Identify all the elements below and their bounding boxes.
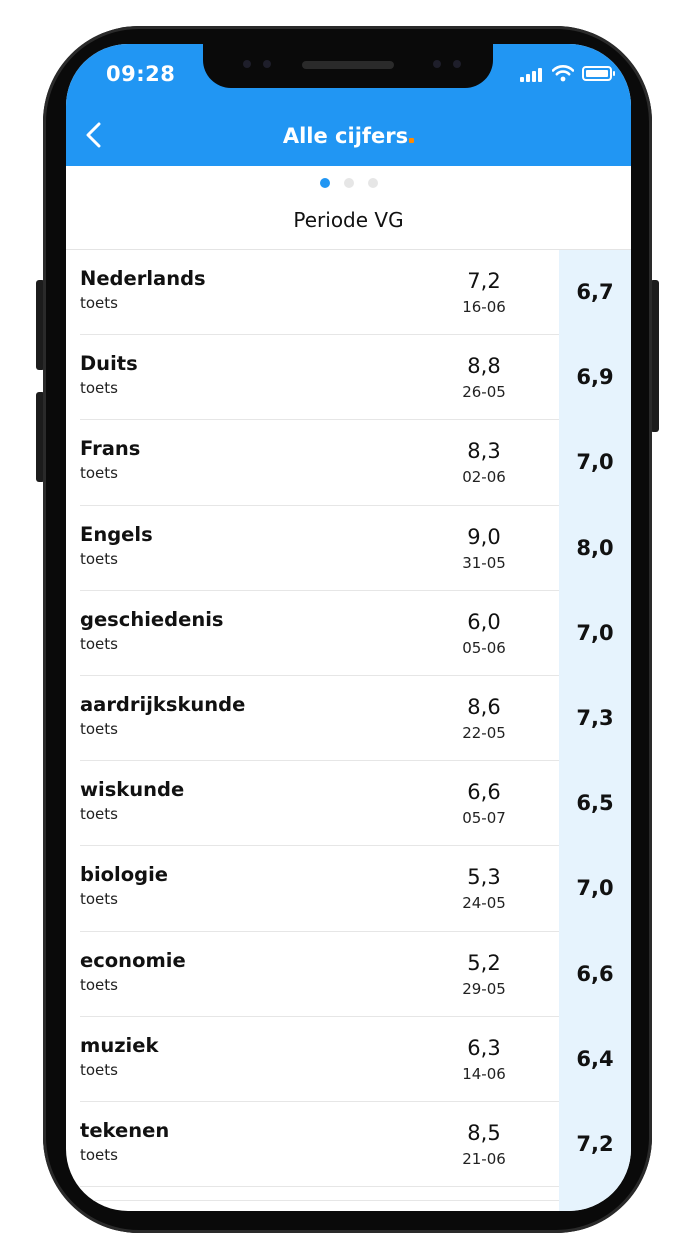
subject-name: Frans (80, 437, 141, 461)
grade-date: 14-06 (462, 1064, 506, 1083)
subject-name: economie (80, 948, 186, 972)
grade-date: 16-06 (462, 298, 506, 316)
average-grade: 7,0 (576, 876, 614, 901)
grade-row-biologie[interactable]: biologie toets 5,3 24-05 7,0 (66, 846, 631, 932)
subject-name: Engels (80, 522, 153, 546)
subject-name: biologie (80, 863, 168, 887)
subject-name: wiskunde (80, 778, 185, 802)
page-dot-2[interactable] (343, 178, 354, 188)
average-grade: 7,0 (576, 450, 614, 475)
row-divider (80, 1200, 559, 1201)
average-grade: 7,0 (576, 620, 614, 645)
latest-grade: 5,2 (467, 950, 501, 975)
grade-type: toets (80, 975, 118, 994)
grade-row-muziek[interactable]: muziek toets 6,3 14-06 6,4 (66, 1016, 631, 1102)
latest-grade: 8,5 (467, 1120, 501, 1145)
subject-name: aardrijkskunde (80, 692, 246, 716)
subject-name: Duits (80, 352, 138, 376)
page-dot-3[interactable] (367, 178, 378, 188)
grade-row-tekenen[interactable]: tekenen toets 8,5 21-06 7,2 (66, 1101, 631, 1188)
grade-date: 02-06 (462, 468, 506, 487)
grade-type: toets (80, 1145, 118, 1164)
grade-type: toets (80, 634, 118, 653)
average-grade: 6,4 (576, 1046, 614, 1071)
average-grade: 7,3 (576, 705, 614, 730)
grade-date: 05-07 (462, 809, 506, 828)
grade-type: toets (80, 805, 118, 824)
grade-type: toets (80, 464, 118, 483)
grade-row-wiskunde[interactable]: wiskunde toets 6,6 05-07 6,5 (66, 761, 631, 847)
latest-grade: 9,0 (467, 524, 501, 549)
grades-list: Nederlands toets 7,2 16-06 6,7 Duits toe… (66, 250, 631, 1188)
average-grade: 8,0 (576, 535, 614, 560)
latest-grade: 8,6 (467, 694, 501, 719)
grade-row-geschiedenis[interactable]: geschiedenis toets 6,0 05-06 7,0 (66, 590, 631, 676)
average-column (559, 1187, 631, 1211)
grade-type: toets (80, 294, 118, 312)
status-time: 09:28 (106, 62, 176, 86)
latest-grade: 6,6 (467, 780, 501, 805)
cellular-signal-icon (520, 68, 544, 82)
next-row-peek (66, 1187, 631, 1211)
subject-name: muziek (80, 1033, 159, 1057)
battery-icon (582, 66, 615, 81)
period-title: Periode VG (293, 208, 404, 232)
grade-row-frans[interactable]: Frans toets 8,3 02-06 7,0 (66, 420, 631, 506)
grade-date: 29-05 (462, 979, 506, 998)
page-indicator[interactable] (66, 178, 631, 188)
grade-row-aardrijkskunde[interactable]: aardrijkskunde toets 8,6 22-05 7,3 (66, 675, 631, 762)
grade-date: 24-05 (462, 894, 506, 913)
app-screen: 09:28 Alle cijfers Periode VG Nederlands… (66, 44, 631, 1211)
average-grade: 6,6 (576, 961, 614, 986)
latest-grade: 5,3 (467, 865, 501, 890)
grade-date: 05-06 (462, 638, 506, 657)
title-accent-dot (409, 138, 415, 143)
average-grade: 6,7 (576, 280, 614, 304)
page-title-text: Alle cijfers (282, 124, 409, 148)
average-grade: 7,2 (576, 1131, 614, 1156)
grade-date: 22-05 (462, 723, 506, 742)
grade-row-economie[interactable]: economie toets 5,2 29-05 6,6 (66, 931, 631, 1017)
latest-grade: 7,2 (467, 269, 501, 293)
grade-row-nederlands[interactable]: Nederlands toets 7,2 16-06 6,7 (66, 250, 631, 336)
page-dot-1[interactable] (319, 178, 330, 188)
wifi-icon (552, 65, 574, 82)
latest-grade: 6,3 (467, 1035, 501, 1060)
subject-name: Nederlands (80, 267, 206, 290)
grade-date: 31-05 (462, 553, 506, 572)
grade-row-engels[interactable]: Engels toets 9,0 31-05 8,0 (66, 505, 631, 591)
subject-name: tekenen (80, 1118, 170, 1142)
average-grade: 6,5 (576, 791, 614, 816)
grade-row-duits[interactable]: Duits toets 8,8 26-05 6,9 (66, 335, 631, 421)
grade-date: 21-06 (462, 1149, 506, 1168)
grade-type: toets (80, 549, 118, 568)
average-grade: 6,9 (576, 365, 614, 390)
subject-name: geschiedenis (80, 607, 224, 631)
grade-type: toets (80, 379, 118, 398)
grade-type: toets (80, 1060, 118, 1079)
latest-grade: 8,3 (467, 439, 501, 464)
device-notch (203, 44, 493, 88)
grade-date: 26-05 (462, 383, 506, 402)
page-title: Alle cijfers (66, 124, 631, 148)
grade-type: toets (80, 719, 118, 738)
latest-grade: 6,0 (467, 609, 501, 634)
latest-grade: 8,8 (467, 354, 501, 379)
grade-type: toets (80, 890, 118, 909)
